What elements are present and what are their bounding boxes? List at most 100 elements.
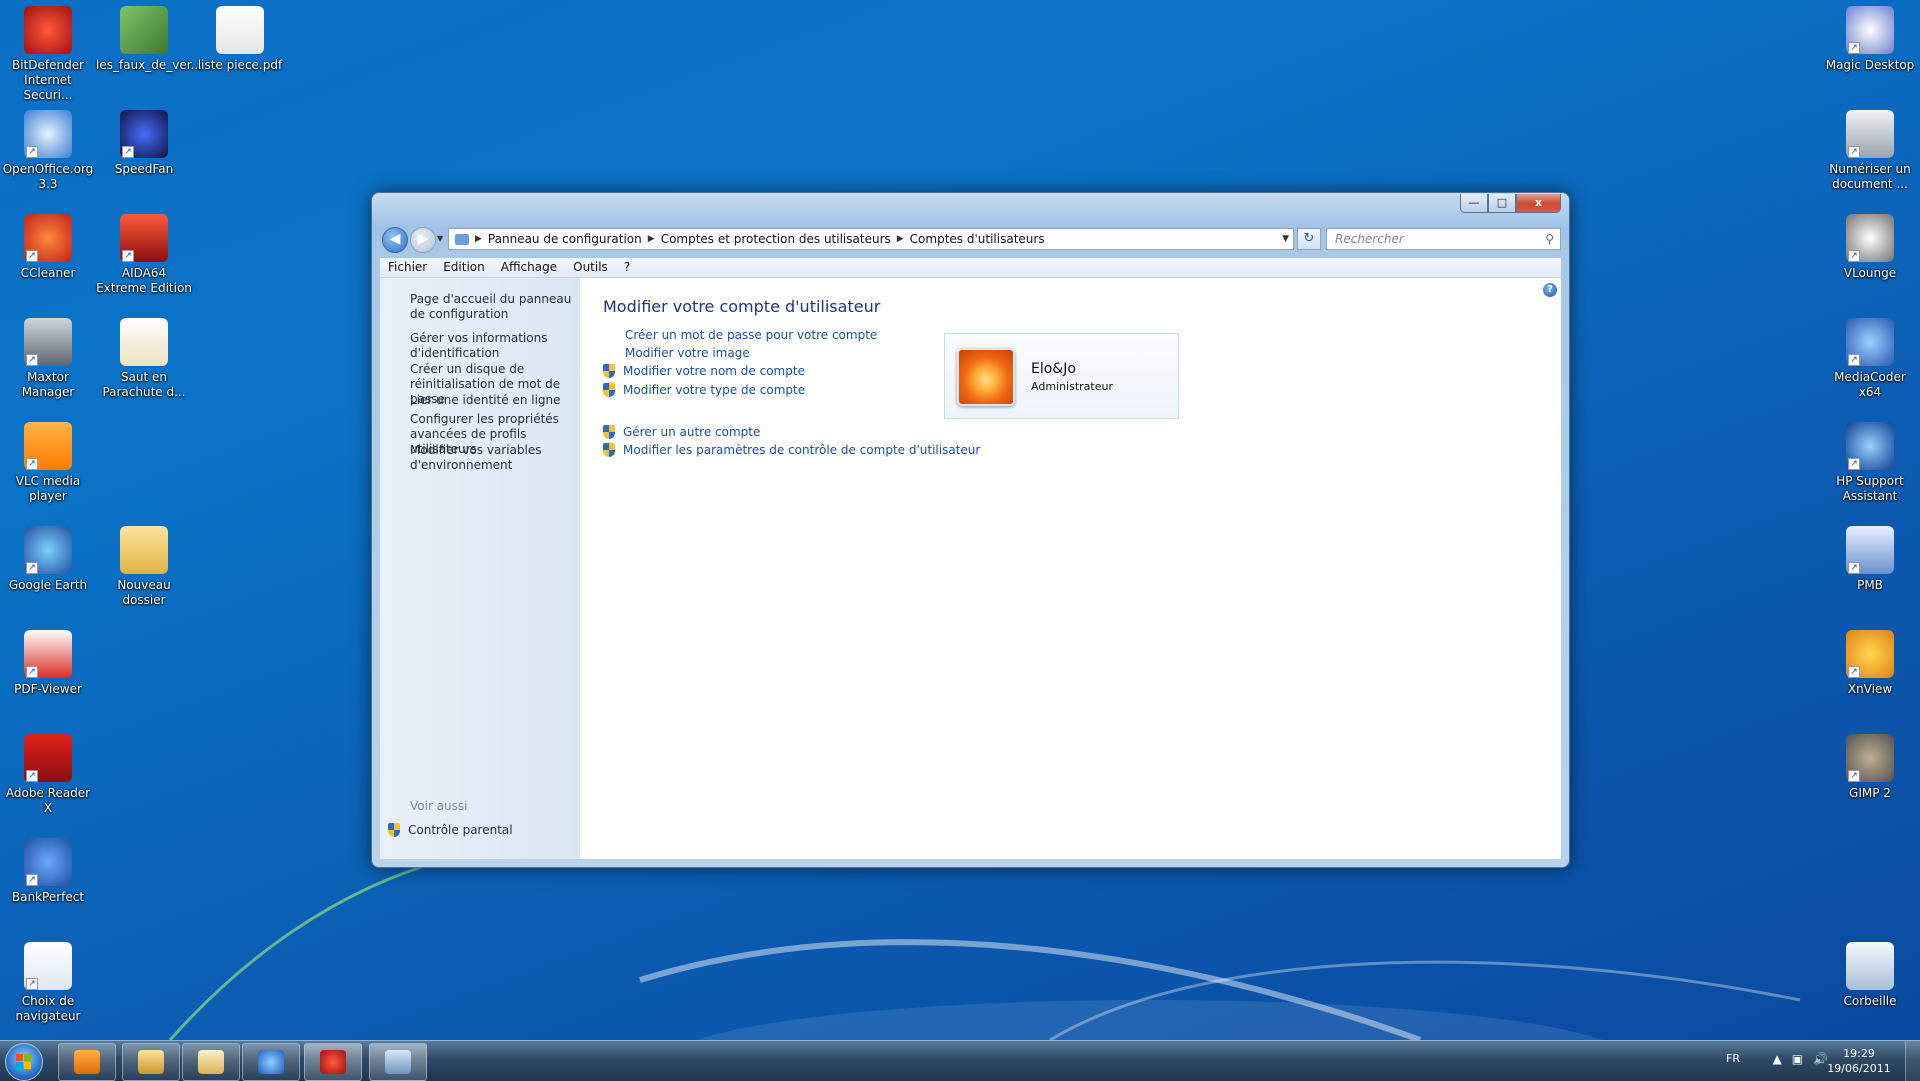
desktop-icon-label: SpeedFan — [114, 162, 174, 176]
desktop: BitDefender Internet Securi... les_faux_d… — [0, 0, 1920, 1040]
desktop-icon-pdf-viewer[interactable]: ↗ PDF-Viewer — [0, 624, 96, 697]
search-icon[interactable]: ⚲ — [1545, 229, 1554, 249]
desktop-icon-openoffice[interactable]: ↗ OpenOffice.org 3.3 — [0, 104, 96, 192]
desktop-icon-bankperfect[interactable]: ↗ BankPerfect — [0, 832, 96, 905]
menu-fichier[interactable]: Fichier — [380, 258, 435, 277]
language-indicator[interactable]: FR — [1726, 1052, 1740, 1065]
show-desktop-button[interactable] — [1905, 1041, 1920, 1081]
clock-time: 19:29 — [1843, 1047, 1875, 1060]
desktop-icon-adobe-reader[interactable]: ↗ Adobe Reader X — [0, 728, 96, 816]
desktop-icon-document[interactable]: Saut en Parachute d... — [96, 312, 192, 400]
breadcrumb-arrow-icon[interactable]: ▶ — [897, 229, 904, 249]
desktop-icon-mediacoder[interactable]: ↗ MediaCoder x64 — [1822, 312, 1918, 400]
search-input[interactable]: Rechercher ⚲ — [1326, 228, 1561, 250]
desktop-icon-ccleaner[interactable]: ↗ CCleaner — [0, 208, 96, 281]
sidebar-link-home[interactable]: Page d'accueil du panneau de configurati… — [410, 292, 578, 322]
breadcrumb-item[interactable]: Comptes et protection des utilisateurs — [661, 229, 891, 249]
forward-button[interactable]: ▶ — [410, 227, 436, 253]
shortcut-arrow-icon: ↗ — [26, 250, 38, 262]
window-controls: — □ x — [1460, 194, 1561, 213]
refresh-button[interactable]: ↻ — [1297, 228, 1321, 250]
sidebar-link-env-variables[interactable]: Modifier vos variables d'environnement — [410, 443, 578, 473]
back-button[interactable]: ◀ — [382, 227, 408, 253]
menu-outils[interactable]: Outils — [565, 258, 616, 277]
folder-icon — [198, 1050, 224, 1074]
desktop-icon-label: MediaCoder x64 — [1834, 370, 1906, 399]
speedfan-icon: ↗ — [120, 110, 168, 158]
desktop-icon-browser-choice[interactable]: ↗ Choix de navigateur — [0, 936, 96, 1024]
change-account-type-link[interactable]: Modifier votre type de compte — [603, 383, 805, 397]
network-icon[interactable]: ▣ — [1792, 1052, 1803, 1066]
uac-shield-icon — [388, 823, 400, 837]
taskbar-button-folder[interactable] — [182, 1043, 240, 1081]
address-dropdown-icon[interactable]: ▼ — [1282, 229, 1289, 249]
desktop-icon-label: Saut en Parachute d... — [102, 370, 186, 399]
parental-control-link[interactable]: Contrôle parental — [388, 823, 513, 837]
create-password-link[interactable]: Créer un mot de passe pour votre compte — [603, 328, 877, 342]
shortcut-arrow-icon: ↗ — [1848, 250, 1860, 262]
desktop-icon-vlounge[interactable]: ↗ VLounge — [1822, 208, 1918, 281]
manage-other-account-link[interactable]: Gérer un autre compte — [603, 425, 760, 439]
desktop-icon-vlc[interactable]: ↗ VLC media player — [0, 416, 96, 504]
desktop-icon-maxtor[interactable]: ↗ Maxtor Manager — [0, 312, 96, 400]
desktop-icon-recycle-bin[interactable]: Corbeille — [1822, 936, 1918, 1009]
desktop-icon-label: OpenOffice.org 3.3 — [2, 162, 94, 191]
desktop-icon-gimp[interactable]: ↗ GIMP 2 — [1822, 728, 1918, 801]
show-hidden-icons-icon[interactable]: ▲ — [1772, 1052, 1781, 1066]
change-picture-link[interactable]: Modifier votre image — [603, 346, 750, 360]
taskbar-button-explorer[interactable] — [122, 1043, 180, 1081]
taskbar-button-bitdefender[interactable] — [304, 1043, 362, 1081]
breadcrumb-item[interactable]: Comptes d'utilisateurs — [910, 229, 1045, 249]
taskbar-button-media-player[interactable] — [58, 1043, 116, 1081]
desktop-icon-bitdefender[interactable]: BitDefender Internet Securi... — [0, 0, 96, 103]
recent-pages-dropdown[interactable]: ▼ — [437, 234, 443, 243]
change-account-name-link[interactable]: Modifier votre nom de compte — [603, 364, 805, 378]
breadcrumb-arrow-icon[interactable]: ▶ — [648, 229, 655, 249]
desktop-icon-xnview[interactable]: ↗ XnView — [1822, 624, 1918, 697]
close-button[interactable]: x — [1516, 194, 1561, 213]
bankperfect-icon: ↗ — [24, 838, 72, 886]
maxtor-icon: ↗ — [24, 318, 72, 366]
address-bar[interactable]: ▶ Panneau de configuration ▶ Comptes et … — [448, 228, 1294, 250]
media-player-icon — [74, 1050, 100, 1074]
uac-settings-link[interactable]: Modifier les paramètres de contrôle de c… — [603, 443, 980, 457]
shortcut-arrow-icon: ↗ — [26, 458, 38, 470]
desktop-icon-label: BitDefender Internet Securi... — [11, 58, 85, 102]
shortcut-arrow-icon: ↗ — [1848, 458, 1860, 470]
adobe-reader-icon: ↗ — [24, 734, 72, 782]
desktop-icon-aida64[interactable]: ↗ AIDA64 Extreme Edition — [96, 208, 192, 296]
menu-affichage[interactable]: Affichage — [493, 258, 565, 277]
explorer-icon — [138, 1050, 164, 1074]
control-panel-window: — □ x ◀ ▶ ▼ ▶ Panneau de configuration ▶… — [371, 192, 1570, 868]
desktop-icon-speedfan[interactable]: ↗ SpeedFan — [96, 104, 192, 177]
browser-choice-icon: ↗ — [24, 942, 72, 990]
shortcut-arrow-icon: ↗ — [122, 250, 134, 262]
maximize-button[interactable]: □ — [1488, 194, 1516, 213]
breadcrumb-item[interactable]: Panneau de configuration — [488, 229, 642, 249]
desktop-icon-magic-desktop[interactable]: ↗ Magic Desktop — [1822, 0, 1918, 73]
desktop-icon-scanner[interactable]: ↗ Numériser un document ... — [1822, 104, 1918, 192]
desktop-icon-image-file[interactable]: les_faux_de_ver... — [96, 0, 202, 73]
bitdefender-icon — [320, 1050, 346, 1074]
menu-edition[interactable]: Edition — [435, 258, 493, 277]
shortcut-arrow-icon: ↗ — [1848, 770, 1860, 782]
desktop-icon-hp-support[interactable]: ↗ HP Support Assistant — [1822, 416, 1918, 504]
desktop-icon-label: BankPerfect — [11, 890, 85, 904]
desktop-icon-pdf-document[interactable]: liste piece.pdf — [192, 0, 288, 73]
taskbar-button-control-panel[interactable] — [369, 1043, 427, 1081]
link-label: Créer un mot de passe pour votre compte — [625, 328, 878, 342]
breadcrumb-arrow-icon[interactable]: ▶ — [475, 229, 482, 249]
desktop-icon-folder[interactable]: Nouveau dossier — [96, 520, 192, 608]
sidebar-link-online-id[interactable]: Lier une identité en ligne — [410, 393, 578, 408]
start-button[interactable] — [5, 1043, 43, 1081]
menu-help[interactable]: ? — [616, 258, 638, 277]
link-label: Modifier les paramètres de contrôle de c… — [623, 443, 981, 457]
desktop-icon-google-earth[interactable]: ↗ Google Earth — [0, 520, 96, 593]
help-icon[interactable]: ? — [1543, 283, 1557, 297]
shortcut-arrow-icon: ↗ — [26, 562, 38, 574]
sidebar-link-credentials[interactable]: Gérer vos informations d'identification — [410, 331, 578, 361]
clock[interactable]: 19:29 19/06/2011 — [1824, 1046, 1894, 1076]
taskbar-button-internet-explorer[interactable] — [242, 1043, 300, 1081]
minimize-button[interactable]: — — [1460, 194, 1488, 213]
desktop-icon-pmb[interactable]: ↗ PMB — [1822, 520, 1918, 593]
